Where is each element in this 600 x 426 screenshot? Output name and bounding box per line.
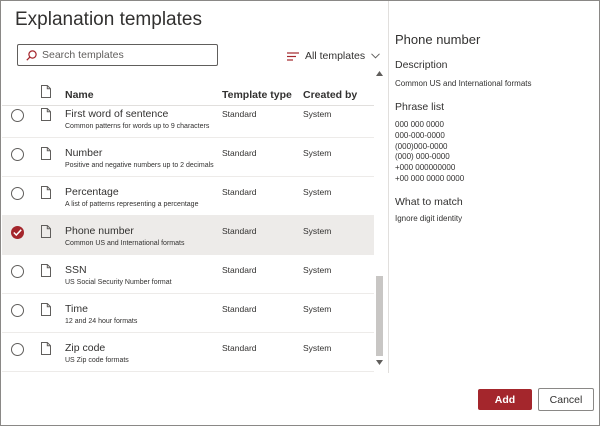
- phrase-list-heading: Phrase list: [395, 101, 445, 113]
- filter-label: All templates: [305, 50, 366, 62]
- template-list: Name Template type Created by First word…: [2, 76, 374, 372]
- add-button[interactable]: Add: [478, 389, 532, 410]
- radio-button[interactable]: [11, 148, 24, 161]
- scrollbar[interactable]: [375, 70, 384, 372]
- description-heading: Description: [395, 59, 448, 71]
- template-name: Time: [65, 303, 88, 315]
- template-name: Phone number: [65, 225, 134, 237]
- template-description: Common US and International formats: [65, 240, 185, 247]
- file-icon: [41, 147, 51, 165]
- radio-button[interactable]: [11, 187, 24, 200]
- created-by: System: [303, 304, 332, 314]
- table-row-content: Percentage A list of patterns representin…: [2, 177, 374, 216]
- filter-lines-icon: [287, 51, 299, 61]
- template-type: Standard: [222, 187, 257, 197]
- template-type: Standard: [222, 226, 257, 236]
- created-by: System: [303, 148, 332, 158]
- detail-title: Phone number: [395, 32, 481, 47]
- template-description: Common patterns for words up to 9 charac…: [65, 123, 210, 130]
- template-type: Standard: [222, 343, 257, 353]
- table-row[interactable]: Zip code US Zip code formats Standard Syste…: [2, 333, 374, 372]
- table-row-content: First word of sentence Common patterns fo…: [2, 106, 374, 137]
- phrase-item: +00 000 0000 0000: [395, 173, 465, 183]
- template-name: First word of sentence: [65, 108, 169, 120]
- file-icon: [41, 186, 51, 204]
- radio-button[interactable]: [11, 343, 24, 356]
- table-row[interactable]: Number Positive and negative numbers up t…: [2, 138, 374, 177]
- template-description: 12 and 24 hour formats: [65, 318, 138, 325]
- phrase-item: 000-000-0000: [395, 130, 445, 140]
- file-icon: [41, 264, 51, 282]
- panel-divider: [388, 1, 389, 373]
- created-by: System: [303, 226, 332, 236]
- phrase-item: +000 000000000: [395, 163, 456, 173]
- column-header-name[interactable]: Name: [65, 89, 94, 101]
- file-icon: [41, 108, 51, 126]
- table-row-content: Number Positive and negative numbers up t…: [2, 138, 374, 177]
- template-name: SSN: [65, 264, 87, 276]
- column-header-created-by[interactable]: Created by: [303, 89, 357, 101]
- phrase-item: 000 000 0000: [395, 120, 444, 129]
- table-row[interactable]: Percentage A list of patterns representin…: [2, 177, 374, 216]
- table-row-content: SSN US Social Security Number format Stand…: [2, 255, 374, 294]
- table-rows: First word of sentence Common patterns fo…: [2, 106, 374, 372]
- radio-checked[interactable]: [11, 226, 24, 239]
- dialog-title: Explanation templates: [15, 9, 202, 30]
- search-input[interactable]: [42, 49, 212, 61]
- template-description: A list of patterns representing a percen…: [65, 201, 199, 208]
- chevron-down-icon: [371, 53, 380, 59]
- search-icon: [26, 49, 37, 61]
- scroll-up-icon[interactable]: [376, 71, 383, 76]
- checkmark-icon: [13, 229, 22, 236]
- table-row[interactable]: First word of sentence Common patterns fo…: [2, 106, 374, 138]
- dialog: Explanation templates All templates Name…: [0, 0, 600, 426]
- template-type: Standard: [222, 109, 257, 119]
- template-description: US Social Security Number format: [65, 279, 172, 286]
- template-name: Number: [65, 147, 103, 159]
- what-to-match-text: Ignore digit identity: [395, 214, 463, 223]
- created-by: System: [303, 109, 332, 119]
- template-description: US Zip code formats: [65, 357, 129, 364]
- table-header: Name Template type Created by: [2, 76, 374, 106]
- filter-dropdown[interactable]: All templates: [287, 48, 380, 64]
- radio-button[interactable]: [11, 265, 24, 278]
- scroll-down-icon[interactable]: [376, 360, 383, 365]
- phrase-item: (000) 000-0000: [395, 152, 450, 162]
- template-type: Standard: [222, 148, 257, 158]
- table-row[interactable]: SSN US Social Security Number format Stand…: [2, 255, 374, 294]
- created-by: System: [303, 343, 332, 353]
- file-icon: [41, 225, 51, 243]
- template-description: Positive and negative numbers up to 2 de…: [65, 162, 214, 169]
- table-row[interactable]: Time 12 and 24 hour formats Standard System: [2, 294, 374, 333]
- radio-button[interactable]: [11, 109, 24, 122]
- phrase-item: (000)000-0000: [395, 141, 448, 151]
- file-icon: [41, 303, 51, 321]
- column-header-type[interactable]: Template type: [222, 89, 292, 101]
- table-row-content: Zip code US Zip code formats Standard Syste…: [2, 333, 374, 372]
- table-row-content: Time 12 and 24 hour formats Standard System: [2, 294, 374, 333]
- table-row[interactable]: Phone number Common US and International …: [2, 216, 374, 255]
- description-text: Common US and International formats: [395, 79, 532, 88]
- what-to-match-heading: What to match: [395, 196, 463, 208]
- radio-button[interactable]: [11, 304, 24, 317]
- search-box[interactable]: [17, 44, 218, 66]
- template-type: Standard: [222, 304, 257, 314]
- created-by: System: [303, 265, 332, 275]
- file-icon: [41, 342, 51, 360]
- table-row-content: Phone number Common US and International …: [2, 216, 374, 255]
- scrollbar-thumb[interactable]: [376, 276, 383, 356]
- cancel-button[interactable]: Cancel: [538, 388, 594, 411]
- template-name: Percentage: [65, 186, 119, 198]
- created-by: System: [303, 187, 332, 197]
- template-name: Zip code: [65, 342, 106, 354]
- phrase-list: 000 000 0000 000-000-0000 (000)000-0000 …: [395, 120, 464, 185]
- file-type-icon: [41, 85, 51, 98]
- template-type: Standard: [222, 265, 257, 275]
